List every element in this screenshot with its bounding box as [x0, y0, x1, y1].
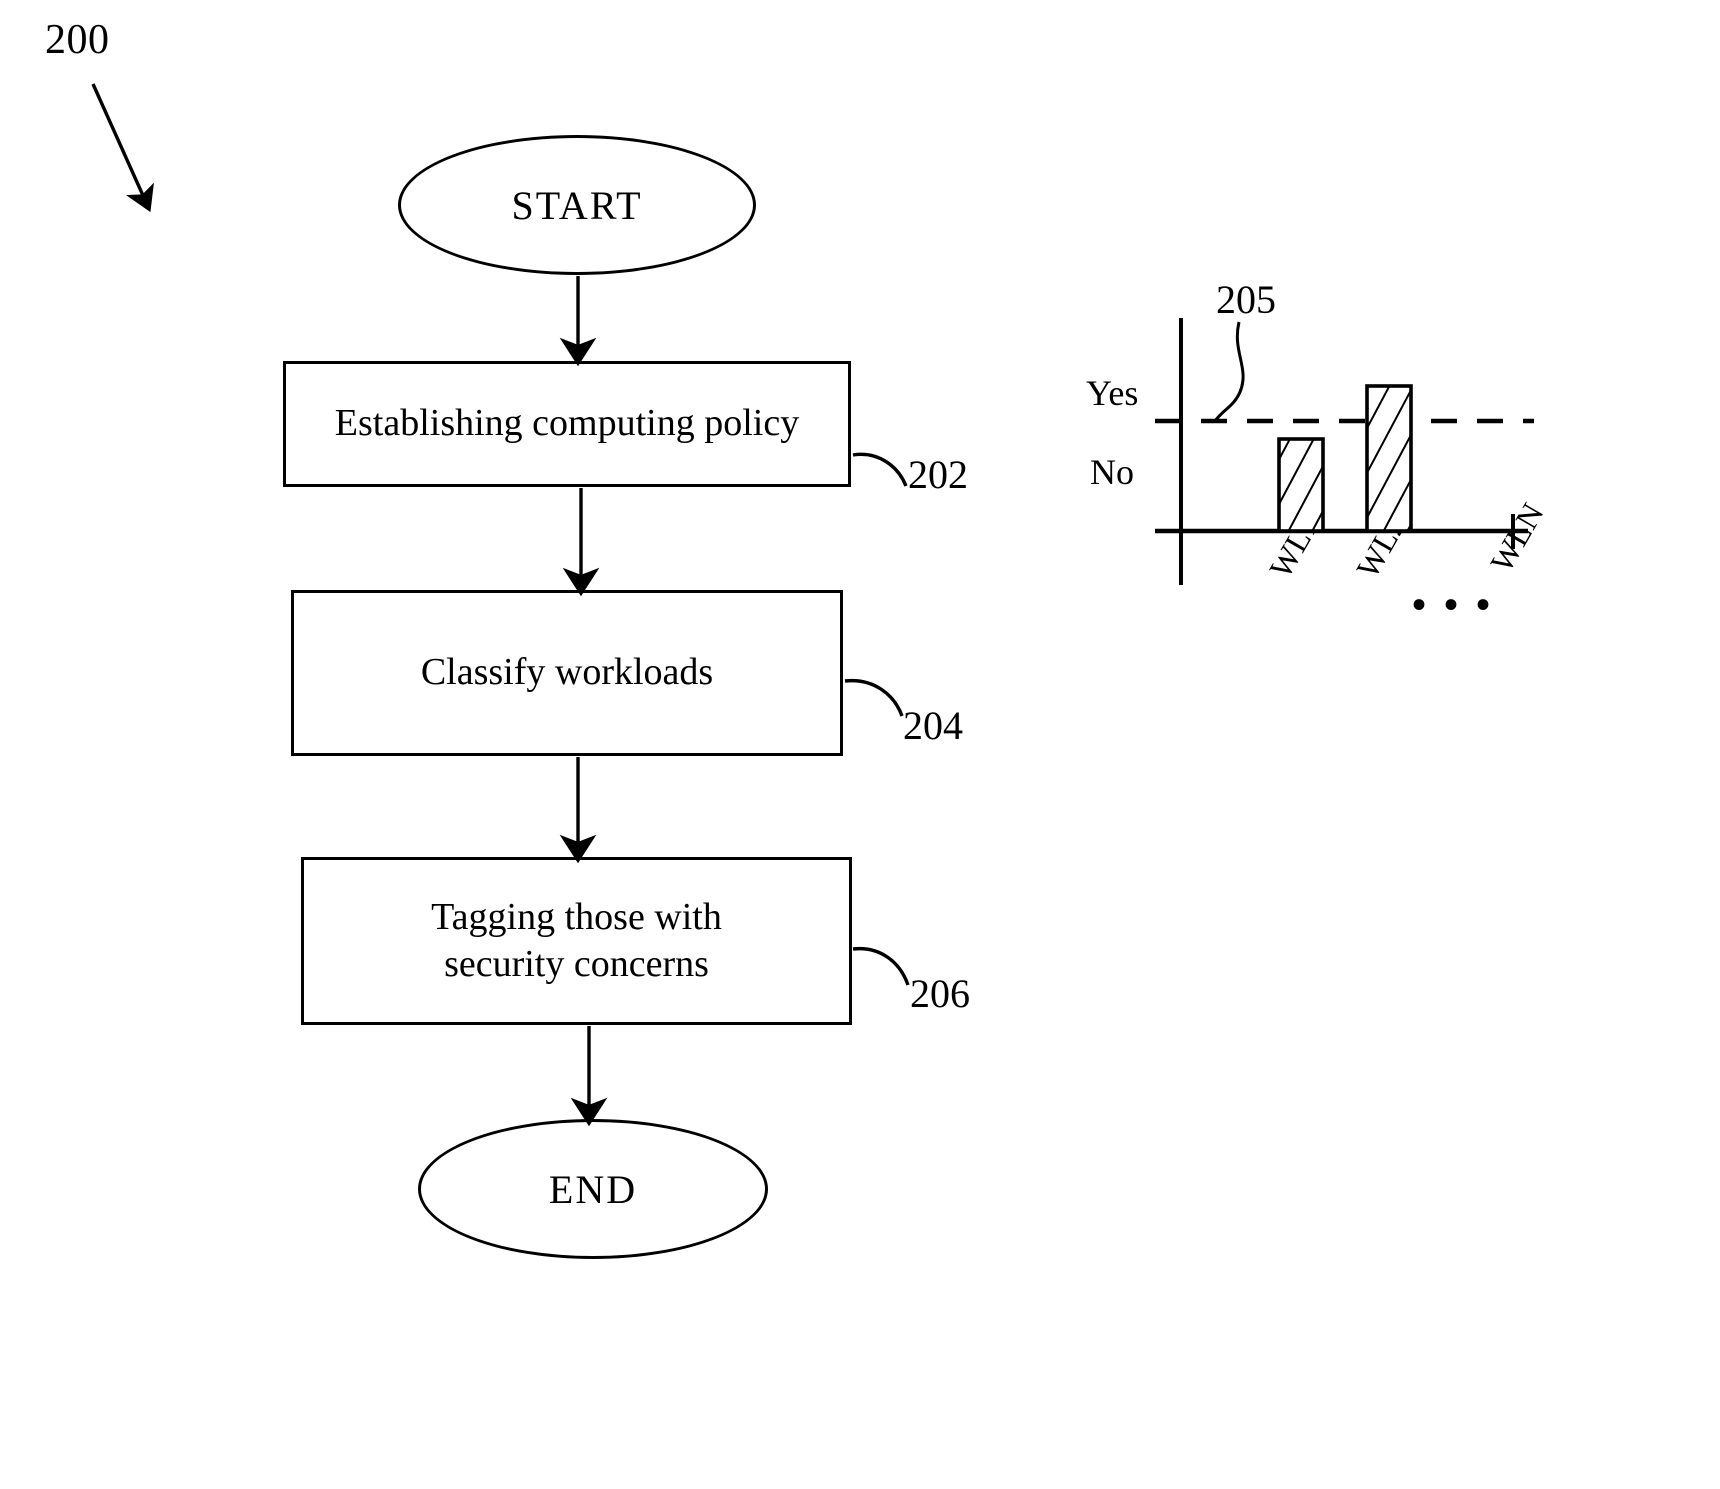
reference-numeral-206: 206	[910, 971, 970, 1016]
leader-line-205	[1213, 321, 1245, 422]
reference-numeral-202: 202	[908, 452, 968, 497]
leader-line-202	[852, 452, 908, 487]
figure-number-leader-arrow	[91, 83, 154, 213]
x-axis-category-label-wl1: WL1	[1262, 509, 1327, 584]
process-box-2-label: Classify workloads	[420, 651, 714, 694]
process-box-1-label: Establishing computing policy	[334, 402, 800, 445]
leader-line-206	[852, 946, 910, 986]
chart-bar-wl2	[1365, 384, 1413, 533]
x-axis-category-label-wln: WLN	[1483, 496, 1551, 578]
flow-end-terminator[interactable]: END	[418, 1119, 768, 1259]
reference-numeral-204: 204	[903, 703, 963, 748]
x-axis-category-label-wl2: WL2	[1349, 509, 1414, 584]
process-box-3-label-line2: security concerns	[444, 943, 709, 985]
process-box-establishing-computing-policy[interactable]: Establishing computing policy	[283, 361, 851, 487]
y-axis-tick-label-no: No	[1090, 452, 1134, 492]
leader-line-204	[844, 678, 904, 717]
flow-start-label: START	[511, 182, 643, 228]
figure-vector-overlay	[91, 83, 1534, 1127]
flow-end-label: END	[548, 1166, 638, 1212]
x-axis-continuation-ellipsis: • • •	[1412, 582, 1495, 627]
figure-number-label: 200	[45, 17, 110, 63]
patent-figure-200: 200 START Establishing computing policy …	[0, 0, 1720, 1489]
y-axis-tick-label-yes: Yes	[1086, 373, 1139, 413]
flow-start-terminator[interactable]: START	[398, 135, 756, 275]
inset-bar-chart	[1155, 318, 1534, 585]
process-box-3-label-line1: Tagging those with	[431, 895, 722, 938]
process-box-tagging-security-concerns[interactable]: Tagging those with security concerns	[301, 857, 852, 1025]
process-box-classify-workloads[interactable]: Classify workloads	[291, 590, 843, 756]
inset-chart-reference-numeral-205: 205	[1216, 277, 1276, 322]
